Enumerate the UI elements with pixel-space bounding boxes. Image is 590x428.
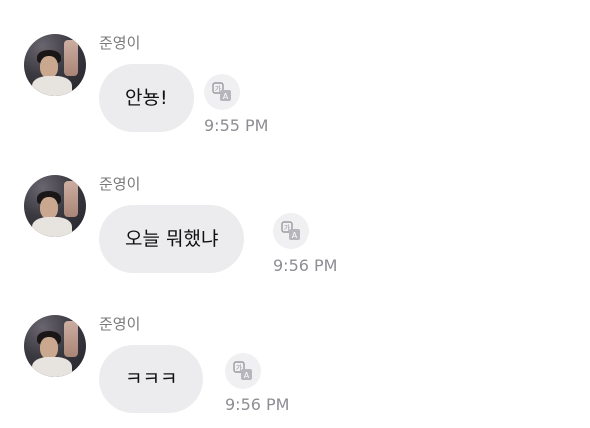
sender-avatar[interactable] (24, 34, 86, 96)
sender-avatar[interactable] (24, 175, 86, 237)
svg-text:A: A (244, 371, 250, 380)
message-bubble[interactable]: 안뇽! (99, 64, 194, 132)
message-time: 9:55 PM (204, 116, 269, 135)
translate-icon: 가 A (281, 221, 300, 240)
svg-text:A: A (223, 92, 229, 101)
sender-name: 준영이 (99, 34, 141, 52)
translate-icon: 가 A (233, 361, 252, 380)
message-time: 9:56 PM (273, 256, 338, 275)
translate-icon: 가 A (212, 82, 231, 101)
sender-name: 준영이 (99, 315, 141, 333)
translate-button[interactable]: 가 A (204, 74, 240, 110)
message-bubble[interactable]: 오늘 뭐했냐 (99, 205, 245, 273)
translate-button[interactable]: 가 A (273, 213, 309, 249)
sender-name: 준영이 (99, 175, 141, 193)
svg-text:A: A (292, 231, 298, 240)
message-bubble[interactable]: ㅋㅋㅋ (99, 345, 204, 413)
sender-avatar[interactable] (24, 315, 86, 377)
translate-button[interactable]: 가 A (225, 353, 261, 389)
message-time: 9:56 PM (225, 395, 290, 414)
